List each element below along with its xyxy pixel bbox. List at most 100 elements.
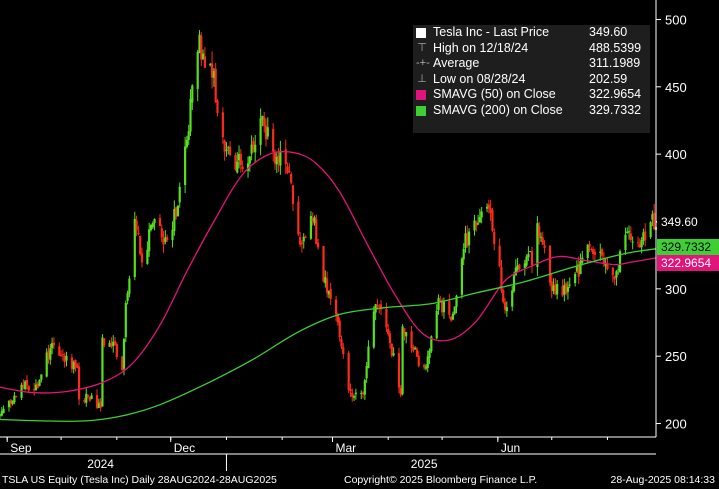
candle-body: [189, 98, 192, 132]
candle-body: [176, 205, 180, 217]
candlestick: [90, 392, 93, 400]
legend-label: Low on 08/28/24: [433, 71, 526, 86]
y-tick-label: 300: [665, 282, 687, 297]
candlestick: [124, 300, 127, 343]
candle-body: [153, 218, 156, 223]
candle-body: [266, 127, 269, 137]
candle-body: [493, 231, 496, 244]
candle-body: [476, 223, 480, 225]
candle-body: [225, 149, 228, 151]
candlestick: [38, 379, 41, 387]
candle-body: [417, 355, 420, 367]
x-tick-label: Sep: [10, 441, 32, 455]
candlestick: [397, 347, 401, 394]
candlestick: [338, 317, 341, 342]
candle-body: [579, 261, 582, 275]
legend-value: 329.7332: [589, 102, 642, 117]
candle-body: [322, 246, 325, 282]
candle-body: [38, 379, 41, 386]
candle-body: [254, 144, 257, 153]
candle-body: [653, 212, 656, 230]
candle-body: [568, 284, 571, 286]
candlestick: [644, 223, 647, 247]
candle-body: [61, 354, 65, 356]
candle-body: [498, 245, 501, 267]
candlestick: [322, 245, 325, 283]
candle-body: [340, 339, 343, 347]
candlestick: [600, 247, 604, 259]
candle-body: [272, 128, 275, 152]
candle-body: [58, 346, 61, 356]
candle-body: [629, 233, 632, 241]
x-year-label: 2024: [87, 457, 114, 471]
candlestick: [309, 211, 313, 241]
candlestick: [329, 282, 332, 305]
candle-body: [649, 222, 652, 238]
candlestick: [586, 244, 589, 263]
candle-body: [178, 186, 181, 203]
candle-body: [556, 284, 559, 295]
legend-label: SMAVG (200) on Close: [433, 102, 563, 117]
candle-body: [478, 217, 481, 223]
candle-body: [405, 332, 408, 337]
candle-body: [342, 346, 345, 355]
candlestick: [302, 233, 305, 249]
candle-body: [124, 303, 127, 338]
candlestick: [626, 227, 629, 234]
legend-row-low: ⊥ Low on 08/28/24 202.59: [413, 72, 650, 88]
candlestick: [228, 141, 232, 157]
candlestick: [460, 257, 463, 299]
candlestick: [363, 378, 366, 400]
legend-row-sma200: SMAVG (200) on Close 329.7332: [413, 103, 650, 119]
candle-body: [187, 131, 190, 140]
candle-body: [126, 293, 129, 301]
candle-body: [615, 271, 618, 278]
footer-copyright: Copyright© 2025 Bloomberg Finance L.P.: [344, 474, 538, 486]
candle-body: [221, 112, 224, 138]
candle-body: [297, 201, 300, 235]
candle-body: [480, 211, 483, 218]
candle-body: [15, 396, 18, 398]
legend-value: 488.5399: [589, 40, 642, 55]
candle-body: [347, 352, 350, 390]
sma50-price-tag: 322.9654: [657, 254, 719, 271]
candlestick: [210, 51, 214, 89]
candle-body: [326, 278, 329, 293]
y-tick-label: 250: [665, 349, 687, 364]
candle-body: [241, 166, 244, 169]
legend-label: SMAVG (50) on Close: [433, 87, 556, 102]
high-marker-icon: ⊤: [417, 41, 427, 54]
candle-body: [140, 253, 144, 263]
y-tick-label: 500: [665, 12, 687, 27]
candle-body: [349, 389, 352, 392]
candle-body: [171, 229, 174, 241]
candle-body: [644, 231, 647, 241]
candlestick: [304, 235, 307, 239]
x-tick-label: Jun: [501, 441, 520, 455]
candlestick: [115, 342, 118, 360]
candle-body: [502, 290, 505, 303]
candle-body: [385, 309, 388, 328]
candle-body: [148, 229, 151, 252]
candle-body: [27, 386, 30, 391]
candle-body: [574, 273, 577, 284]
footer-timestamp: 28-Aug-2025 08:14:33: [610, 474, 715, 486]
candle-body: [146, 249, 149, 264]
candle-body: [135, 220, 138, 231]
candle-body: [451, 313, 455, 320]
candle-body: [388, 333, 392, 344]
legend-row-high: ⊤ High on 12/18/24 488.5399: [413, 41, 650, 57]
candle-body: [196, 52, 199, 89]
candle-body: [538, 225, 541, 238]
legend-row-sma50: SMAVG (50) on Close 322.9654: [413, 87, 650, 103]
candlestick: [279, 140, 282, 175]
sma200-swatch: [416, 105, 426, 116]
candle-body: [228, 146, 232, 155]
candle-body: [491, 210, 494, 231]
candlestick: [530, 246, 534, 274]
candle-body: [611, 267, 614, 276]
candle-body: [2, 408, 5, 413]
candlestick: [299, 231, 302, 247]
footer-ticker-info: TSLA US Equity (Tesla Inc) Daily 28AUG20…: [2, 474, 277, 486]
candle-body: [363, 380, 366, 395]
